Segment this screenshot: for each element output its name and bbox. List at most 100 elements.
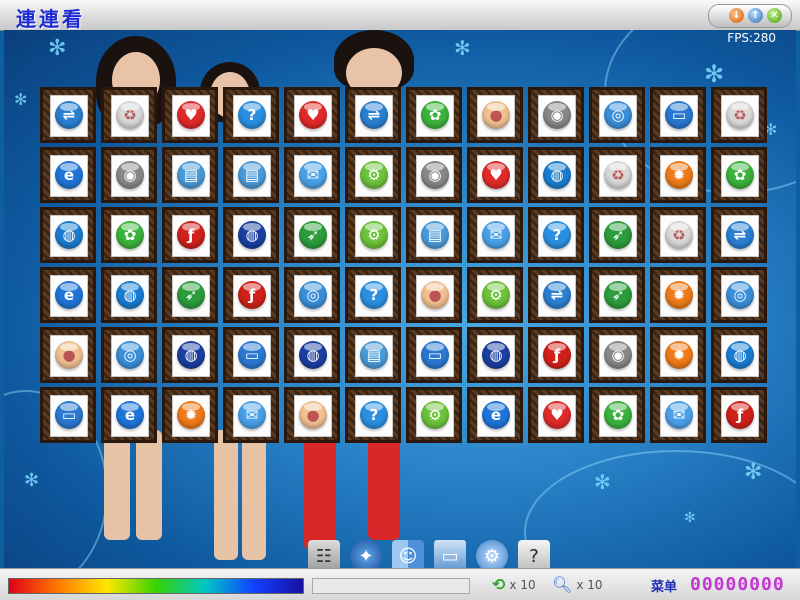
tile[interactable]: ▤ bbox=[345, 327, 401, 383]
tile[interactable]: ▭ bbox=[650, 87, 706, 143]
tile[interactable]: ▤ bbox=[406, 207, 462, 263]
tile[interactable]: ◎ bbox=[711, 267, 767, 323]
tile[interactable]: ✹ bbox=[162, 387, 218, 443]
tile[interactable]: ✹ bbox=[650, 147, 706, 203]
tile-face: ⚙ bbox=[355, 215, 393, 257]
close-button[interactable]: ✕ bbox=[767, 8, 782, 23]
tile[interactable]: ✉ bbox=[223, 387, 279, 443]
tile-face: ◍ bbox=[721, 335, 759, 377]
tile[interactable]: ? bbox=[345, 387, 401, 443]
tile[interactable]: ♥ bbox=[528, 387, 584, 443]
tile[interactable]: ➶ bbox=[162, 267, 218, 323]
tile[interactable]: ⚙ bbox=[345, 207, 401, 263]
tile[interactable]: ◉ bbox=[589, 327, 645, 383]
tile[interactable]: ƒ bbox=[711, 387, 767, 443]
tile[interactable]: ⇌ bbox=[711, 207, 767, 263]
tile[interactable]: ✹ bbox=[650, 327, 706, 383]
tile[interactable]: ● bbox=[406, 267, 462, 323]
picture-icon: ▤ bbox=[360, 341, 388, 369]
tile[interactable]: ◎ bbox=[101, 327, 157, 383]
tile[interactable]: ● bbox=[40, 327, 96, 383]
tile-face: ▭ bbox=[50, 395, 88, 437]
tile-face: ♥ bbox=[172, 95, 210, 137]
tile[interactable]: ● bbox=[284, 387, 340, 443]
tile[interactable]: ◍ bbox=[284, 327, 340, 383]
tile-face: ✹ bbox=[660, 335, 698, 377]
tile[interactable]: e bbox=[40, 147, 96, 203]
settings-icon[interactable]: ☷ bbox=[308, 540, 340, 568]
tile[interactable]: ➶ bbox=[589, 207, 645, 263]
shuffle-control[interactable]: ⟲ x 10 bbox=[492, 575, 536, 594]
tile[interactable]: ✉ bbox=[284, 147, 340, 203]
tile[interactable]: ⚙ bbox=[467, 267, 523, 323]
drive-icon[interactable]: ▭ bbox=[434, 540, 466, 568]
tile[interactable]: ◎ bbox=[589, 87, 645, 143]
tile[interactable]: ✿ bbox=[101, 207, 157, 263]
tile[interactable]: ♻ bbox=[650, 207, 706, 263]
tile[interactable]: ✉ bbox=[467, 207, 523, 263]
tile[interactable]: ? bbox=[345, 267, 401, 323]
tile[interactable]: ƒ bbox=[162, 207, 218, 263]
tile[interactable]: ◉ bbox=[528, 87, 584, 143]
shuffle-icon[interactable]: ⟲ bbox=[492, 575, 505, 594]
compass-icon[interactable]: ✦ bbox=[350, 540, 382, 568]
tile[interactable]: ♻ bbox=[711, 87, 767, 143]
tile[interactable]: e bbox=[40, 267, 96, 323]
feather-icon: ➶ bbox=[604, 221, 632, 249]
tile[interactable]: e bbox=[467, 387, 523, 443]
tile[interactable]: e bbox=[101, 387, 157, 443]
tile[interactable]: ⚙ bbox=[406, 387, 462, 443]
tile[interactable]: ♥ bbox=[162, 87, 218, 143]
help-icon[interactable]: ? bbox=[518, 540, 550, 568]
webcam-icon: ◉ bbox=[604, 341, 632, 369]
finder-icon[interactable]: ☺ bbox=[392, 540, 424, 568]
magnifier-icon[interactable]: 🔍︎ bbox=[552, 575, 572, 594]
tile[interactable]: ⇌ bbox=[528, 267, 584, 323]
tile[interactable]: ◉ bbox=[101, 147, 157, 203]
tile[interactable]: ⇌ bbox=[40, 87, 96, 143]
tile-face: ✉ bbox=[660, 395, 698, 437]
tile[interactable]: ♻ bbox=[101, 87, 157, 143]
tile[interactable]: ▤ bbox=[223, 147, 279, 203]
tile[interactable]: ➶ bbox=[589, 267, 645, 323]
tile[interactable]: ● bbox=[467, 87, 523, 143]
tile[interactable]: ◍ bbox=[467, 327, 523, 383]
tile[interactable]: ◍ bbox=[101, 267, 157, 323]
menu-button[interactable]: 菜单 bbox=[651, 576, 677, 595]
tile[interactable]: ◍ bbox=[528, 147, 584, 203]
tile[interactable]: ◍ bbox=[162, 327, 218, 383]
tile-face: ✿ bbox=[111, 215, 149, 257]
tile[interactable]: ⇌ bbox=[345, 87, 401, 143]
tile[interactable]: ? bbox=[528, 207, 584, 263]
tile[interactable]: ? bbox=[223, 87, 279, 143]
tile[interactable]: ƒ bbox=[223, 267, 279, 323]
globe-icon: ◍ bbox=[116, 281, 144, 309]
tile[interactable]: ▤ bbox=[162, 147, 218, 203]
tile[interactable]: ▭ bbox=[406, 327, 462, 383]
tile[interactable]: ✿ bbox=[406, 87, 462, 143]
minimize-button[interactable]: ↓ bbox=[729, 8, 744, 23]
tile[interactable]: ✿ bbox=[711, 147, 767, 203]
tile[interactable]: ✹ bbox=[650, 267, 706, 323]
tile[interactable]: ◍ bbox=[40, 207, 96, 263]
tile-face: ? bbox=[538, 215, 576, 257]
tile[interactable]: ♥ bbox=[467, 147, 523, 203]
gear-icon[interactable]: ⚙ bbox=[476, 540, 508, 568]
tile[interactable]: ƒ bbox=[528, 327, 584, 383]
tile[interactable]: ◍ bbox=[711, 327, 767, 383]
tile[interactable]: ▭ bbox=[40, 387, 96, 443]
tile[interactable]: ▭ bbox=[223, 327, 279, 383]
tile[interactable]: ◍ bbox=[223, 207, 279, 263]
hint-count: x 10 bbox=[576, 577, 603, 592]
tile[interactable]: ➶ bbox=[284, 207, 340, 263]
tile[interactable]: ♥ bbox=[284, 87, 340, 143]
tile[interactable]: ◉ bbox=[406, 147, 462, 203]
tile[interactable]: ⚙ bbox=[345, 147, 401, 203]
hint-control[interactable]: 🔍︎ x 10 bbox=[552, 575, 603, 594]
tile[interactable]: ♻ bbox=[589, 147, 645, 203]
tile[interactable]: ✉ bbox=[650, 387, 706, 443]
tile[interactable]: ✿ bbox=[589, 387, 645, 443]
tile-face: ⇌ bbox=[538, 275, 576, 317]
tile[interactable]: ◎ bbox=[284, 267, 340, 323]
maximize-button[interactable]: ↑ bbox=[748, 8, 763, 23]
